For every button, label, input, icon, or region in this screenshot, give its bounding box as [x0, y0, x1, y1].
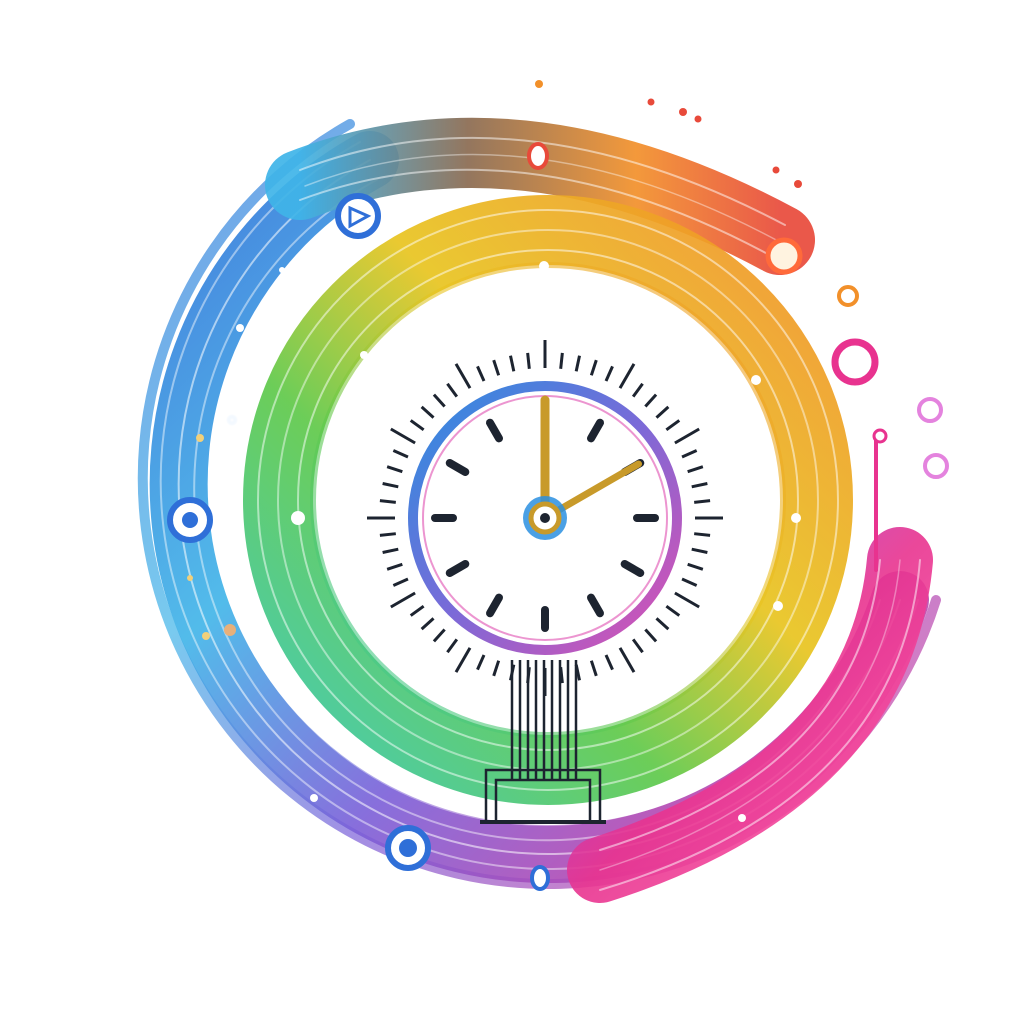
clock-outer-tick [559, 352, 564, 369]
artwork-canvas [0, 0, 1024, 1024]
glowing-node-icon [765, 237, 803, 275]
play-node-icon [335, 193, 381, 239]
clock-outer-tick [526, 352, 531, 369]
clock-outer-tick [694, 499, 711, 504]
clock-swirl-illustration [137, 80, 949, 903]
clock-outer-tick [379, 499, 396, 504]
top-node-icon [527, 142, 549, 170]
clock-outer-tick [379, 532, 396, 537]
clock-outer-tick [694, 532, 711, 537]
